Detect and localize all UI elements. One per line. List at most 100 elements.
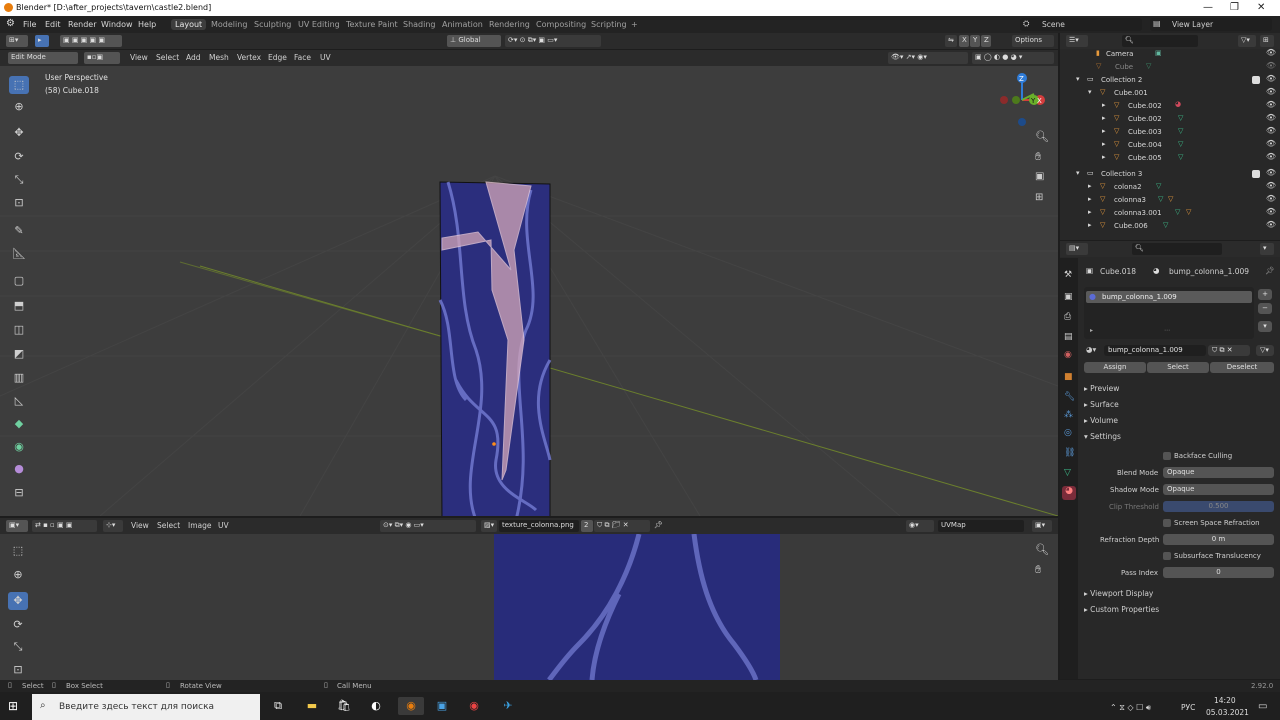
uv-move-tool-icon[interactable]: ✥ [8,592,28,610]
overlay-gizmo-buttons[interactable]: 👁▾ ↗▾ ◉▾ [888,52,968,64]
subsurface-translucency-checkbox[interactable] [1163,552,1171,560]
visibility-eye-icon[interactable]: 👁︎ [1266,181,1276,190]
photos-icon[interactable]: ▣ [432,697,452,715]
menu-file[interactable]: File [23,20,36,29]
menu-face[interactable]: Face [294,53,311,62]
material-actions[interactable]: ⛉ ⧉ ✕ [1208,345,1250,356]
visibility-eye-icon[interactable]: 👁︎ [1266,220,1276,229]
uvmap-field[interactable]: UVMap [938,520,1024,532]
outliner-editor-type[interactable]: ☰▾ [1066,35,1088,47]
uv-overlay-button[interactable]: ◉▾ [906,520,934,532]
menu-help[interactable]: Help [138,20,156,29]
tab-rendering[interactable]: Rendering [485,19,534,30]
uv-menu-uv[interactable]: UV [218,521,229,530]
menu-vertex[interactable]: Vertex [237,53,261,62]
expand-arrow-icon[interactable]: ▾ [1088,88,1092,96]
outliner-row[interactable]: ▸ ▽ Cube.004 ▽ 👁︎ [1060,139,1280,152]
expand-arrow-icon[interactable]: ▸ [1102,153,1106,161]
blender-menu-icon[interactable]: ⚙ [6,18,15,29]
slot-expand-arrow-icon[interactable]: ▸ [1090,327,1093,334]
collection-checkbox[interactable] [1252,76,1260,84]
particles-tab-icon[interactable]: ⁂ [1064,410,1073,420]
uv-select-tool-icon[interactable]: ⬚ [8,542,28,560]
visibility-eye-icon[interactable]: 👁︎ [1266,100,1276,109]
clock-date[interactable]: 05.03.2021 [1206,708,1249,717]
uv-pan-hand-icon[interactable]: ✋︎ [1035,563,1041,577]
expand-arrow-icon[interactable]: ▸ [1088,182,1092,190]
blend-mode-dropdown[interactable]: Opaque [1163,467,1274,478]
cursor-tool-icon[interactable]: ⊕ [9,98,29,116]
outliner-row[interactable]: ▸ ▽ Cube.006 ▽ 👁︎ [1060,220,1280,233]
material-name-field[interactable]: bump_colonna_1.009 [1104,345,1206,356]
outliner-row[interactable]: ▸ ▽ colonna3.001 ▽ ▽ 👁︎ [1060,207,1280,220]
select-button[interactable]: Select [1147,362,1209,373]
tab-animation[interactable]: Animation [438,19,487,30]
visibility-eye-icon[interactable]: 👁︎ [1266,139,1276,148]
menu-mesh[interactable]: Mesh [209,53,229,62]
navigation-gizmo[interactable]: Z X Y [994,72,1054,132]
shrink-tool-icon[interactable]: ⊟ [9,484,29,502]
file-explorer-icon[interactable]: ▬ [302,697,322,715]
blender-taskbar-icon[interactable]: ◉ [398,697,424,715]
panel-volume[interactable]: ▸ Volume [1084,416,1118,425]
tab-layout[interactable]: Layout [171,19,207,30]
uv-menu-image[interactable]: Image [188,521,212,530]
select-tool-button[interactable]: ▸ [35,35,49,47]
maximize-button[interactable]: ❐ [1230,2,1239,13]
assign-button[interactable]: Assign [1084,362,1146,373]
options-dropdown[interactable]: Options [1012,35,1054,47]
outliner-row[interactable]: ▾ ▭ Collection 3 👁︎ [1060,168,1280,181]
expand-arrow-icon[interactable]: ▸ [1088,195,1092,203]
scene-tab-icon[interactable]: ◉ [1064,350,1072,360]
mesh-cube-018[interactable] [436,180,556,516]
menu-select[interactable]: Select [156,53,179,62]
visibility-eye-icon[interactable]: 👁︎ [1266,48,1276,57]
uv-pivot-snap[interactable]: ⊙▾ ⧉▾ ◉ ▭▾ [380,520,476,532]
tab-scripting[interactable]: Scripting [587,19,631,30]
panel-settings[interactable]: ▾ Settings [1084,432,1121,441]
expand-arrow-icon[interactable]: ▾ [1076,169,1080,177]
expand-arrow-icon[interactable]: ▸ [1102,127,1106,135]
taskbar-search-box[interactable]: ⌕ Введите здесь текст для поиска [32,694,260,720]
clock-time[interactable]: 14:20 [1214,696,1236,705]
outliner-row[interactable]: ▽ Cube ▽ 👁︎ [1060,61,1280,74]
output-tab-icon[interactable]: ⎙ [1064,312,1071,322]
image-users-count[interactable]: 2 [581,520,593,532]
menu-edit[interactable]: Edit [45,20,61,29]
uv-display-button[interactable]: ▣▾ [1032,520,1052,532]
panel-preview[interactable]: ▸ Preview [1084,384,1119,393]
scale-tool-icon[interactable]: ⤡ [9,171,29,189]
tool-tab-icon[interactable]: ⚒ [1064,270,1072,280]
pin-icon[interactable]: 📌︎ [651,520,665,532]
outliner-row[interactable]: ▮ Camera ▣ 👁︎ [1060,48,1280,61]
pan-hand-icon[interactable]: ✋︎ [1035,150,1041,164]
image-browse-button[interactable]: ▨▾ [481,520,497,532]
outliner-row[interactable]: ▸ ▽ colona2 ▽ 👁︎ [1060,181,1280,194]
panel-custom-properties[interactable]: ▸ Custom Properties [1084,605,1159,614]
inset-tool-icon[interactable]: ◫ [9,321,29,339]
tab-compositing[interactable]: Compositing [532,19,590,30]
uv-rotate-tool-icon[interactable]: ⟳ [8,616,28,634]
uv-zoom-icon[interactable]: 🔍︎ [1035,543,1049,556]
perspective-toggle-icon[interactable]: ⊞ [1035,192,1043,203]
mode-dropdown[interactable]: Edit Mode [8,52,78,64]
refraction-depth-field[interactable]: 0 m [1163,534,1274,545]
panel-surface[interactable]: ▸ Surface [1084,400,1119,409]
world-tab-icon[interactable]: ■ [1064,372,1073,382]
transform-tool-icon[interactable]: ⊡ [9,194,29,212]
uv-scale-tool-icon[interactable]: ⤡ [8,638,28,656]
smooth-tool-icon[interactable]: ● [9,460,29,478]
material-browse-icon[interactable]: ◕▾ [1086,345,1096,354]
uv-sync-select-buttons[interactable]: ⇄ ▪ ▫ ▣ ▣ [32,520,97,532]
select-box-tool-icon[interactable]: ⬚ [9,76,29,94]
panel-viewport-display[interactable]: ▸ Viewport Display [1084,589,1153,598]
uv-transform-tool-icon[interactable]: ⊡ [8,661,28,679]
knife-tool-icon[interactable]: ◺ [9,392,29,410]
material-link-dropdown[interactable]: ▽▾ [1256,345,1274,356]
annotate-tool-icon[interactable]: ✎ [9,222,29,240]
pivot-snap-buttons[interactable]: ⟳▾ ⊙ ⧉▾ ▣ ▭▾ [505,35,601,47]
filter-icon[interactable]: ▽▾ [1238,35,1256,47]
shading-mode-buttons[interactable]: ▣ ◯ ◐ ● ◕ ▾ [972,52,1054,64]
outliner-row[interactable]: ▸ ▽ Cube.005 ▽ 👁︎ [1060,152,1280,165]
add-slot-button[interactable]: + [1258,289,1272,300]
